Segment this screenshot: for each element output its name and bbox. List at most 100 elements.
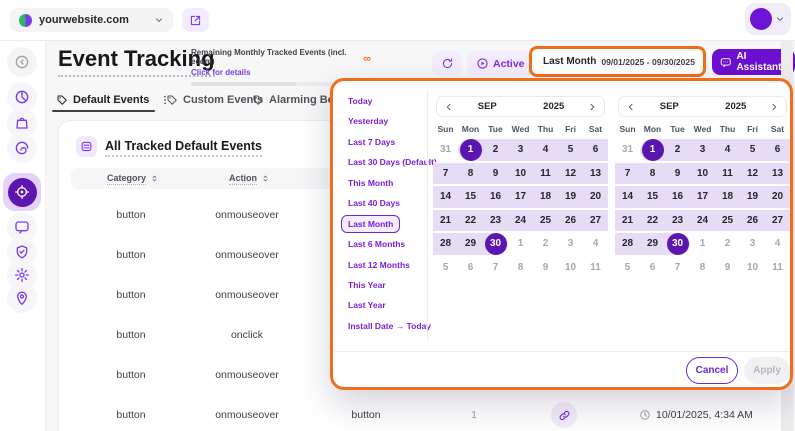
calendar-day[interactable]: 1	[640, 138, 665, 162]
calendar-day[interactable]: 1	[458, 138, 483, 162]
calendar-day[interactable]: 11	[715, 162, 740, 186]
calendar-day[interactable]: 29	[458, 232, 483, 256]
calendar-day[interactable]: 7	[483, 256, 508, 280]
calendar-day[interactable]: 15	[458, 185, 483, 209]
calendar-day[interactable]: 24	[690, 209, 715, 233]
details-link[interactable]: Click for details	[191, 68, 363, 77]
site-selector[interactable]: yourwebsite.com	[10, 8, 173, 32]
calendar-day[interactable]: 10	[690, 162, 715, 186]
preset-option[interactable]: Last 6 Months	[341, 235, 412, 253]
calendar-day[interactable]: 5	[740, 138, 765, 162]
calendar-day[interactable]: 28	[433, 232, 458, 256]
preset-option[interactable]: This Month	[341, 174, 400, 192]
calendar-day[interactable]: 20	[583, 185, 608, 209]
preset-option[interactable]: Last Month	[341, 215, 400, 233]
calendar-day[interactable]: 4	[715, 138, 740, 162]
calendar-day[interactable]: 18	[533, 185, 558, 209]
calendar-day[interactable]: 10	[558, 256, 583, 280]
preset-option[interactable]: Last Year	[341, 296, 393, 314]
tab-custom-events[interactable]: Custom Events	[166, 90, 263, 110]
calendar-day[interactable]: 9	[715, 256, 740, 280]
sidebar-item-collapse-panel[interactable]	[7, 47, 37, 77]
calendar-day[interactable]: 31	[615, 138, 640, 162]
calendar-day[interactable]: 11	[533, 162, 558, 186]
tab-default-events[interactable]: Default Events	[56, 90, 171, 110]
calendar-day[interactable]: 6	[458, 256, 483, 280]
calendar-day[interactable]: 21	[615, 209, 640, 233]
calendar-day[interactable]: 8	[508, 256, 533, 280]
calendar-day[interactable]: 7	[665, 256, 690, 280]
calendar-day[interactable]: 15	[640, 185, 665, 209]
calendar-day[interactable]: 16	[483, 185, 508, 209]
calendar-day[interactable]: 17	[508, 185, 533, 209]
calendar-day[interactable]: 10	[740, 256, 765, 280]
calendar-day[interactable]: 2	[665, 138, 690, 162]
tab-alarming-behavior[interactable]: Alarming Beh	[252, 90, 341, 110]
calendar-day[interactable]: 11	[765, 256, 790, 280]
calendar-day[interactable]: 3	[690, 138, 715, 162]
calendar-day[interactable]: 9	[665, 162, 690, 186]
calendar-day[interactable]: 10	[508, 162, 533, 186]
calendar-day[interactable]: 4	[765, 232, 790, 256]
calendar-day[interactable]: 25	[533, 209, 558, 233]
preset-option[interactable]: Yesterday	[341, 112, 395, 130]
column-header-action[interactable]: Action	[229, 168, 270, 189]
calendar-day[interactable]: 14	[433, 185, 458, 209]
calendar-day[interactable]: 5	[615, 256, 640, 280]
calendar-day[interactable]: 11	[583, 256, 608, 280]
calendar-day[interactable]: 20	[765, 185, 790, 209]
preset-option[interactable]: Last 40 Days	[341, 194, 407, 212]
calendar-day[interactable]: 9	[483, 162, 508, 186]
calendar-day[interactable]: 7	[615, 162, 640, 186]
calendar-day[interactable]: 2	[533, 232, 558, 256]
calendar-day[interactable]: 22	[458, 209, 483, 233]
calendar-day[interactable]: 22	[640, 209, 665, 233]
table-row[interactable]: buttononmouseoverbutton110/01/2025, 4:34…	[59, 395, 781, 431]
prev-month-icon[interactable]	[444, 102, 454, 112]
calendar-day[interactable]: 27	[765, 209, 790, 233]
calendar-day[interactable]: 21	[433, 209, 458, 233]
calendar-day[interactable]: 28	[615, 232, 640, 256]
calendar-day[interactable]: 23	[483, 209, 508, 233]
calendar-day[interactable]: 6	[640, 256, 665, 280]
sidebar-item-sessions[interactable]	[7, 133, 37, 163]
date-range-selector[interactable]: Last Month 09/01/2025 - 09/30/2025	[529, 46, 706, 77]
apply-button[interactable]: Apply	[744, 357, 790, 384]
preset-option[interactable]: This Year	[341, 276, 393, 294]
calendar-day[interactable]: 3	[740, 232, 765, 256]
calendar-day[interactable]: 18	[715, 185, 740, 209]
calendar-day[interactable]: 1	[508, 232, 533, 256]
calendar-day[interactable]: 14	[615, 185, 640, 209]
prev-month-icon[interactable]	[626, 102, 636, 112]
calendar-day[interactable]: 4	[533, 138, 558, 162]
calendar-day[interactable]: 19	[740, 185, 765, 209]
calendar-day[interactable]: 6	[765, 138, 790, 162]
calendar-day[interactable]: 3	[558, 232, 583, 256]
account-menu[interactable]	[745, 3, 791, 35]
calendar-day[interactable]: 17	[690, 185, 715, 209]
calendar-day[interactable]: 29	[640, 232, 665, 256]
calendar-day[interactable]: 23	[665, 209, 690, 233]
tracking-status-button[interactable]: Active	[467, 51, 534, 76]
preset-option[interactable]: Install Date → Today	[341, 317, 438, 335]
calendar-day[interactable]: 25	[715, 209, 740, 233]
calendar-day[interactable]: 16	[665, 185, 690, 209]
calendar-day[interactable]: 9	[533, 256, 558, 280]
calendar-day[interactable]: 24	[508, 209, 533, 233]
calendar-day[interactable]: 2	[483, 138, 508, 162]
calendar-day[interactable]: 8	[640, 162, 665, 186]
preset-option[interactable]: Last 7 Days	[341, 133, 402, 151]
sort-icon[interactable]	[261, 174, 270, 183]
column-header-category[interactable]: Category	[107, 168, 159, 189]
calendar-day[interactable]: 2	[715, 232, 740, 256]
open-site-button[interactable]	[182, 8, 209, 32]
sidebar-item-account[interactable]	[7, 283, 37, 313]
calendar-day[interactable]: 12	[558, 162, 583, 186]
calendar-day[interactable]: 26	[558, 209, 583, 233]
preset-option[interactable]: Last 30 Days (Default)	[341, 153, 444, 171]
calendar-day[interactable]: 5	[558, 138, 583, 162]
calendar-day[interactable]: 30	[483, 232, 508, 256]
calendar-day[interactable]: 7	[433, 162, 458, 186]
next-month-icon[interactable]	[769, 102, 779, 112]
refresh-button[interactable]	[432, 51, 462, 76]
